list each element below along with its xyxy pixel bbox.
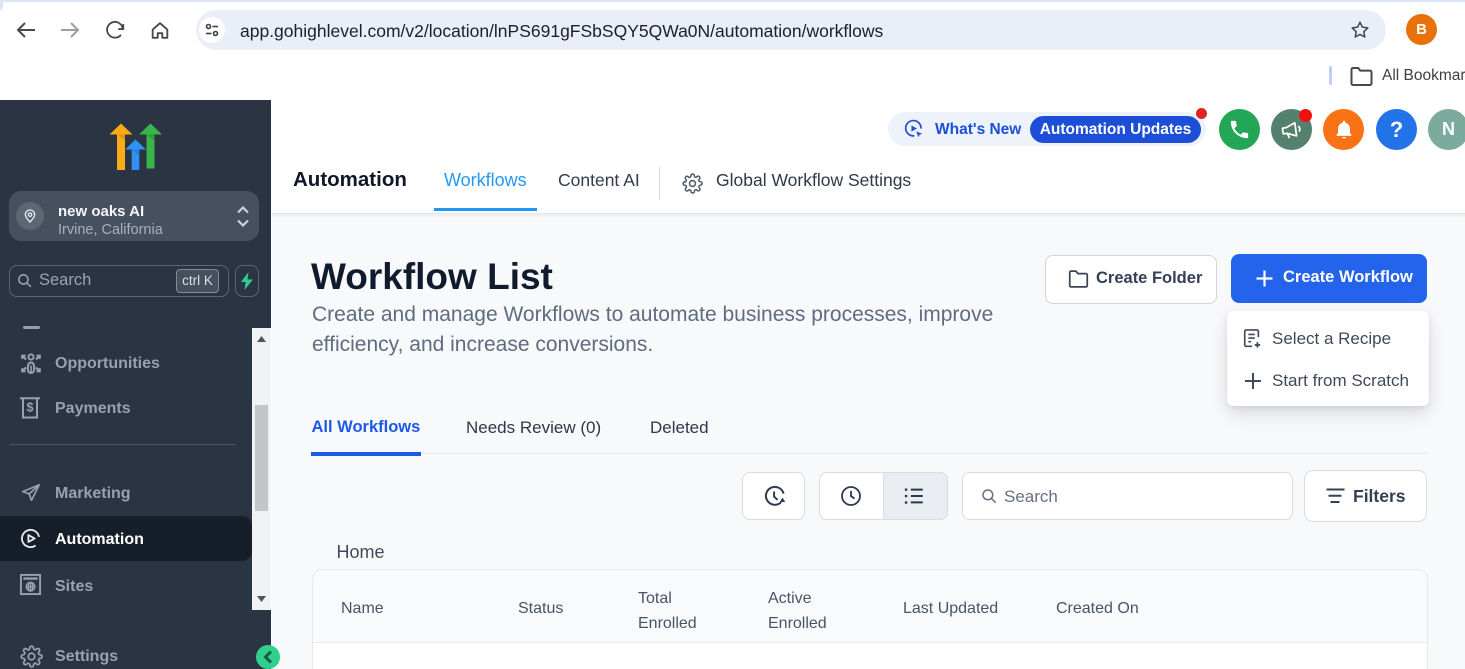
- svg-text:$: $: [27, 401, 34, 415]
